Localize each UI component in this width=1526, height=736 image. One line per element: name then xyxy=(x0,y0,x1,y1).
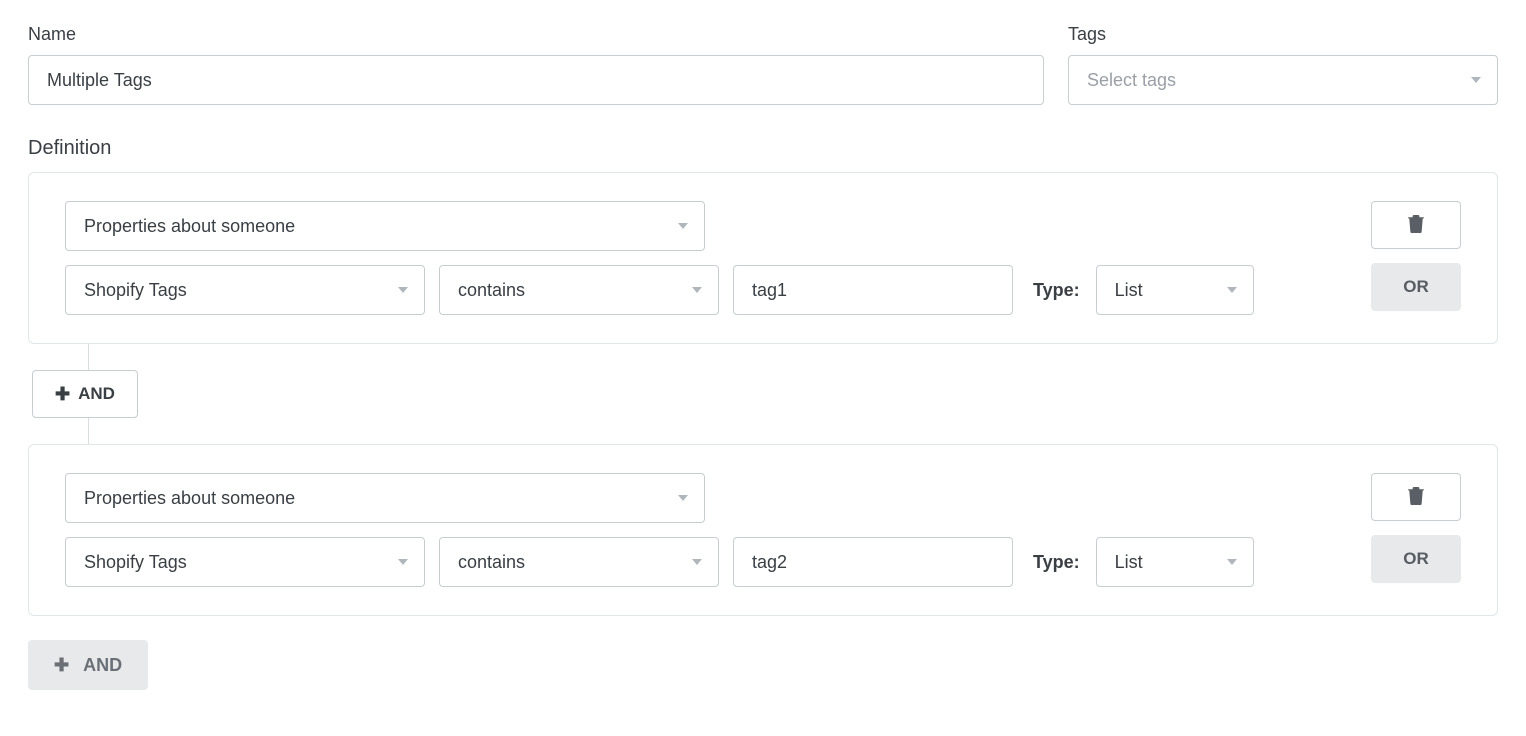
and-label: AND xyxy=(83,655,122,676)
chevron-down-icon xyxy=(1227,559,1237,565)
name-label: Name xyxy=(28,24,1044,45)
condition-group: Properties about someone Shopify Tags co… xyxy=(28,172,1498,344)
category-select[interactable]: Properties about someone xyxy=(65,473,705,523)
or-label: OR xyxy=(1403,277,1429,297)
type-select[interactable]: List xyxy=(1096,265,1254,315)
or-button[interactable]: OR xyxy=(1371,263,1461,311)
tags-placeholder: Select tags xyxy=(1087,70,1176,91)
chevron-down-icon xyxy=(692,287,702,293)
category-select[interactable]: Properties about someone xyxy=(65,201,705,251)
value-input[interactable] xyxy=(733,537,1013,587)
plus-icon: ✚ xyxy=(55,385,70,403)
operator-value: contains xyxy=(458,552,525,573)
operator-select[interactable]: contains xyxy=(439,537,719,587)
trash-icon xyxy=(1408,487,1424,508)
and-label: AND xyxy=(78,384,115,404)
or-label: OR xyxy=(1403,549,1429,569)
name-input[interactable] xyxy=(28,55,1044,105)
property-value: Shopify Tags xyxy=(84,552,187,573)
property-select[interactable]: Shopify Tags xyxy=(65,265,425,315)
or-button[interactable]: OR xyxy=(1371,535,1461,583)
and-connector-button[interactable]: ✚ AND xyxy=(32,370,138,418)
category-value: Properties about someone xyxy=(84,488,295,509)
value-input[interactable] xyxy=(733,265,1013,315)
chevron-down-icon xyxy=(678,495,688,501)
type-label: Type: xyxy=(1033,280,1080,301)
type-value: List xyxy=(1115,280,1143,301)
property-value: Shopify Tags xyxy=(84,280,187,301)
chevron-down-icon xyxy=(398,559,408,565)
category-value: Properties about someone xyxy=(84,216,295,237)
type-select[interactable]: List xyxy=(1096,537,1254,587)
connector-line xyxy=(88,418,89,444)
trash-icon xyxy=(1408,215,1424,236)
chevron-down-icon xyxy=(678,223,688,229)
type-value: List xyxy=(1115,552,1143,573)
tags-select[interactable]: Select tags xyxy=(1068,55,1498,105)
condition-group: Properties about someone Shopify Tags co… xyxy=(28,444,1498,616)
operator-select[interactable]: contains xyxy=(439,265,719,315)
add-and-button[interactable]: ✚ AND xyxy=(28,640,148,690)
delete-button[interactable] xyxy=(1371,473,1461,521)
chevron-down-icon xyxy=(1227,287,1237,293)
chevron-down-icon xyxy=(692,559,702,565)
definition-label: Definition xyxy=(28,137,1498,160)
connector-line xyxy=(88,344,89,370)
property-select[interactable]: Shopify Tags xyxy=(65,537,425,587)
tags-label: Tags xyxy=(1068,24,1498,45)
chevron-down-icon xyxy=(398,287,408,293)
delete-button[interactable] xyxy=(1371,201,1461,249)
type-label: Type: xyxy=(1033,552,1080,573)
chevron-down-icon xyxy=(1471,77,1481,83)
operator-value: contains xyxy=(458,280,525,301)
plus-icon: ✚ xyxy=(54,656,69,674)
